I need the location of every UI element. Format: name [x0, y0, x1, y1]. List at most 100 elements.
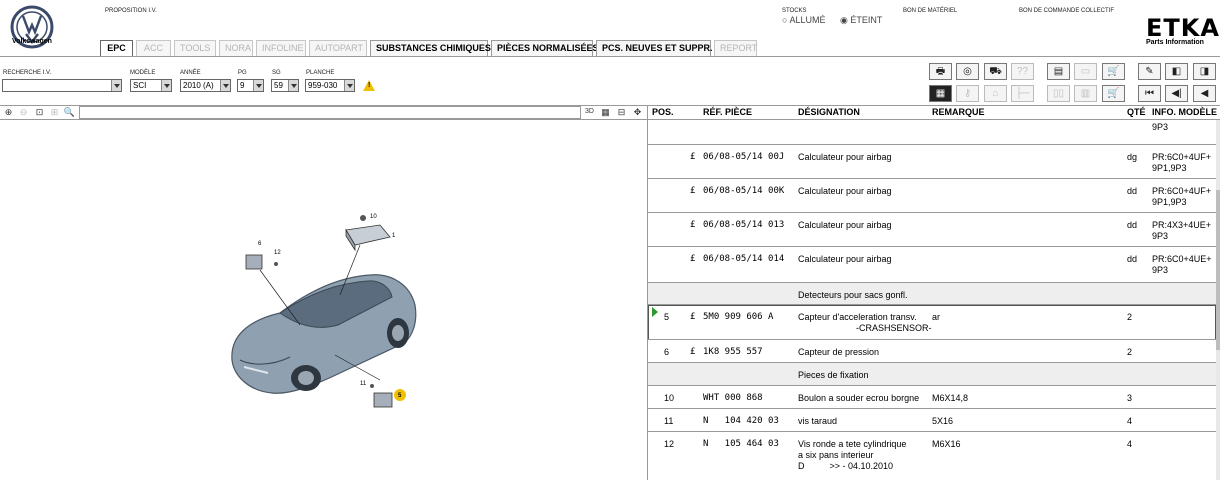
callout-6[interactable]: 6 [258, 241, 262, 247]
tab-standard-parts[interactable]: PIÈCES NORMALISÉES [491, 40, 599, 57]
table-row[interactable]: 11 N 104 420 03 vis taraud 5X16 4 [648, 409, 1216, 432]
zoom-out-icon[interactable]: ⊖ [17, 106, 30, 119]
year-select[interactable]: 2010 (A) [180, 79, 231, 92]
tab-tools[interactable]: TOOLS [174, 40, 216, 57]
elsa-icon[interactable]: ▤ [1047, 63, 1070, 80]
stock-on-radio[interactable]: ○ ALLUMÉ [782, 15, 831, 25]
table-row[interactable]: £06/08-05/14 014 Calculateur pour airbag d… [648, 247, 1216, 281]
prev-icon[interactable]: ◀ [1193, 85, 1216, 102]
range-icon[interactable]: ├─ [1011, 85, 1034, 102]
zoom-in-icon[interactable]: ⊕ [2, 106, 15, 119]
help-icon[interactable]: ?? [1011, 63, 1034, 80]
cell-ref: N 105 464 03 [703, 439, 779, 449]
book-back-icon[interactable]: ◧ [1165, 63, 1188, 80]
cell-pos: 6 [664, 347, 670, 357]
table-row[interactable]: Detecteurs pour sacs gonfl. [648, 283, 1216, 305]
plate-select[interactable]: 959-030 [305, 79, 355, 92]
depot-icon[interactable]: ▭ [1074, 63, 1097, 80]
pin-icon[interactable]: ✎ [1138, 63, 1161, 80]
control-unit-part[interactable] [345, 224, 391, 252]
prev-page-icon[interactable]: ◀| [1165, 85, 1188, 102]
split-icon[interactable]: ⊟ [615, 106, 628, 119]
cell-ref: 1K8 955 557 [703, 347, 763, 357]
keyboard-icon[interactable]: ▦ [929, 85, 952, 102]
sensor-part[interactable] [245, 254, 263, 270]
tab-infoline[interactable]: INFOLINE [256, 40, 306, 57]
book-forward-icon[interactable]: ◨ [1193, 63, 1216, 80]
col-info[interactable]: INFO. MODÈLE [1152, 107, 1217, 117]
col-ref[interactable]: RÉF. PIÈCE [703, 107, 752, 117]
table-row[interactable]: £06/08-05/14 013 Calculateur pour airbag d… [648, 213, 1216, 247]
parts-diagram[interactable]: 10 1 6 12 11 5 [220, 205, 430, 430]
tab-autopart[interactable]: AUTOPART [309, 40, 367, 57]
pg-select[interactable]: 9 [237, 79, 264, 92]
scrollbar-thumb[interactable] [1216, 190, 1220, 350]
bom-link[interactable]: BON DE MATÉRIEL [903, 8, 957, 14]
3d-view-icon[interactable]: 3D [583, 106, 596, 119]
proposition-label[interactable]: PROPOSITION I.V. [105, 8, 157, 14]
table-row[interactable]: Pieces de fixation [648, 363, 1216, 386]
magnifier-icon[interactable]: 🔍 [63, 106, 76, 119]
callout-11[interactable]: 11 [360, 381, 367, 387]
crash-sensor-part[interactable] [373, 392, 393, 408]
tab-nora[interactable]: NORA [219, 40, 253, 57]
stock-toggle[interactable]: ○ ALLUMÉ ◉ ÉTEINT [782, 15, 894, 26]
dropdown-arrow-icon[interactable] [161, 80, 171, 91]
first-page-icon[interactable]: ⏮ [1138, 85, 1161, 102]
disc-icon[interactable]: ◎ [956, 63, 979, 80]
search-select[interactable] [2, 79, 122, 92]
cart-add-icon[interactable]: 🛒 [1102, 85, 1125, 102]
table-row[interactable]: 12 N 105 464 03 Vis ronde a tete cylindriq… [648, 432, 1216, 472]
tab-report[interactable]: REPORT [714, 40, 757, 57]
tab-epc[interactable]: EPC [100, 40, 133, 57]
dropdown-arrow-icon[interactable] [220, 80, 230, 91]
callout-12[interactable]: 12 [274, 250, 281, 256]
car-icon[interactable]: ⛟ [984, 63, 1007, 80]
stock-off-radio[interactable]: ◉ ÉTEINT [840, 15, 888, 25]
car-illustration [231, 274, 417, 394]
compare-icon[interactable]: ▯▯ [1047, 85, 1070, 102]
table-row[interactable]: £06/08-05/14 00K Calculateur pour airbag d… [648, 179, 1216, 213]
order-link[interactable]: BON DE COMMANDE COLLECTIF [1019, 8, 1114, 14]
cell-info: PR:6C0+4UF+ [1152, 152, 1212, 162]
zoom-area-icon[interactable]: ⊞ [48, 106, 61, 119]
tab-substances[interactable]: SUBSTANCES CHIMIQUES [370, 40, 491, 57]
cell-info: PR:6C0+4UE+ [1152, 254, 1212, 264]
table-row[interactable]: £06/08-05/14 00J Calculateur pour airbag d… [648, 145, 1216, 179]
dropdown-arrow-icon[interactable] [253, 80, 263, 91]
key-icon[interactable]: ⚷ [956, 85, 979, 102]
bolt-icon [360, 215, 366, 221]
col-qty[interactable]: QTÉ [1127, 107, 1146, 117]
col-remark[interactable]: REMARQUE [932, 107, 985, 117]
table-row[interactable]: 6 £1K8 955 557 Capteur de pression 2 [648, 340, 1216, 363]
tab-new-parts[interactable]: PCS. NEUVES ET SUPPR. [596, 40, 713, 57]
cell-desc2: -CRASHSENSOR- [856, 323, 932, 333]
cart-icon[interactable]: 🛒 [1102, 63, 1125, 80]
move-icon[interactable]: ✥ [631, 106, 644, 119]
print-icon[interactable]: 🖶 [929, 63, 952, 80]
dropdown-arrow-icon[interactable] [344, 80, 354, 91]
zoom-field[interactable] [79, 106, 581, 119]
col-designation[interactable]: DÉSIGNATION [798, 107, 860, 117]
zoom-fit-icon[interactable]: ⊡ [33, 106, 46, 119]
callout-10[interactable]: 10 [370, 214, 377, 220]
pg-label: PG [238, 70, 247, 76]
dropdown-arrow-icon[interactable] [288, 80, 298, 91]
car-outline-icon[interactable]: ⌂ [984, 85, 1007, 102]
cell-ref: 06/08-05/14 013 [703, 220, 785, 230]
callout-1[interactable]: 1 [392, 233, 396, 239]
cell-desc: vis taraud [798, 416, 838, 426]
model-select[interactable]: SCI [130, 79, 172, 92]
table-row-selected[interactable]: 5 £5M0 909 606 A Capteur d'acceleration tr… [648, 305, 1216, 340]
sg-select[interactable]: 59 [271, 79, 299, 92]
tab-acc[interactable]: ACC [136, 40, 171, 57]
cell-ref: 06/08-05/14 00K [703, 186, 785, 196]
dropdown-arrow-icon[interactable] [111, 80, 121, 91]
table-row[interactable]: 10 WHT 000 868 Boulon a souder ecrou borgn… [648, 386, 1216, 409]
grid-icon[interactable]: ▦ [599, 106, 612, 119]
cell-f: £ [690, 312, 696, 322]
table-icon[interactable]: ▥ [1074, 85, 1097, 102]
cell-remark: M6X14,8 [932, 393, 969, 403]
sg-label: SG [272, 70, 281, 76]
col-pos[interactable]: POS. [652, 107, 674, 117]
